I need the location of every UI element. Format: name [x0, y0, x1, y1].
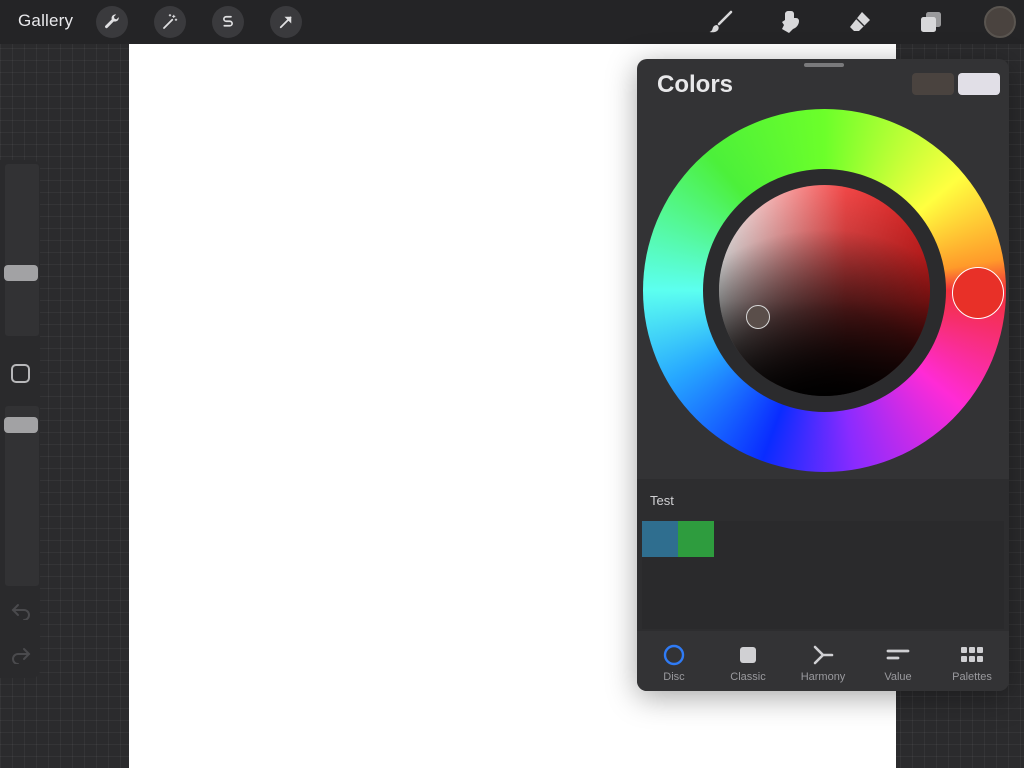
previous-color-swatch[interactable]: [912, 73, 954, 95]
tab-harmony[interactable]: Harmony: [786, 631, 860, 691]
brush-size-slider[interactable]: [5, 164, 39, 336]
palette-grid: [642, 521, 1004, 629]
current-color-swatch[interactable]: [958, 73, 1000, 95]
selection-s-icon: [223, 15, 233, 27]
panel-title: Colors: [657, 71, 734, 98]
modify-button[interactable]: [11, 364, 30, 383]
classic-square-icon: [740, 647, 756, 663]
brush-button[interactable]: [706, 7, 736, 37]
palettes-grid-icon: [961, 647, 983, 662]
gallery-button[interactable]: Gallery: [18, 11, 73, 31]
value-sliders-icon: [886, 649, 910, 660]
palette-swatch[interactable]: [642, 521, 678, 557]
transform-arrow-icon: [279, 16, 292, 29]
colors-panel: Colors Test Disc Classic Harmony Value P…: [637, 59, 1009, 691]
tab-palettes[interactable]: Palettes: [935, 631, 1009, 691]
saturation-brightness-shade: [719, 185, 930, 396]
redo-icon[interactable]: [10, 646, 32, 664]
left-sidebar: [0, 160, 40, 678]
top-toolbar: Gallery: [0, 0, 1024, 44]
default-palette: Test: [637, 479, 1009, 631]
transform-button[interactable]: [270, 6, 302, 38]
adjustments-button[interactable]: [154, 6, 186, 38]
hue-knob[interactable]: [952, 267, 1004, 319]
brush-size-thumb[interactable]: [4, 265, 38, 281]
panel-grabber[interactable]: [804, 63, 844, 67]
undo-icon[interactable]: [10, 602, 32, 620]
layers-icon: [921, 12, 941, 32]
eraser-button[interactable]: [845, 7, 875, 37]
disc-icon: [663, 644, 685, 666]
tab-value[interactable]: Value: [861, 631, 935, 691]
eraser-icon: [850, 12, 870, 31]
tab-disc[interactable]: Disc: [637, 631, 711, 691]
palette-swatch[interactable]: [678, 521, 714, 557]
saturation-brightness-knob[interactable]: [746, 305, 770, 329]
layers-button[interactable]: [916, 7, 946, 37]
harmony-icon: [813, 645, 834, 665]
palette-name: Test: [650, 493, 674, 508]
actions-button[interactable]: [96, 6, 128, 38]
opacity-thumb[interactable]: [4, 417, 38, 433]
selection-button[interactable]: [212, 6, 244, 38]
smudge-button[interactable]: [775, 7, 805, 37]
brush-icon: [709, 10, 733, 33]
colors-tab-bar: Disc Classic Harmony Value Palettes: [637, 631, 1009, 691]
tab-classic[interactable]: Classic: [711, 631, 785, 691]
magic-wand-icon: [163, 13, 178, 29]
smudge-icon: [782, 11, 799, 33]
wrench-icon: [105, 14, 119, 29]
current-color-button[interactable]: [984, 6, 1016, 38]
opacity-slider[interactable]: [5, 406, 39, 586]
